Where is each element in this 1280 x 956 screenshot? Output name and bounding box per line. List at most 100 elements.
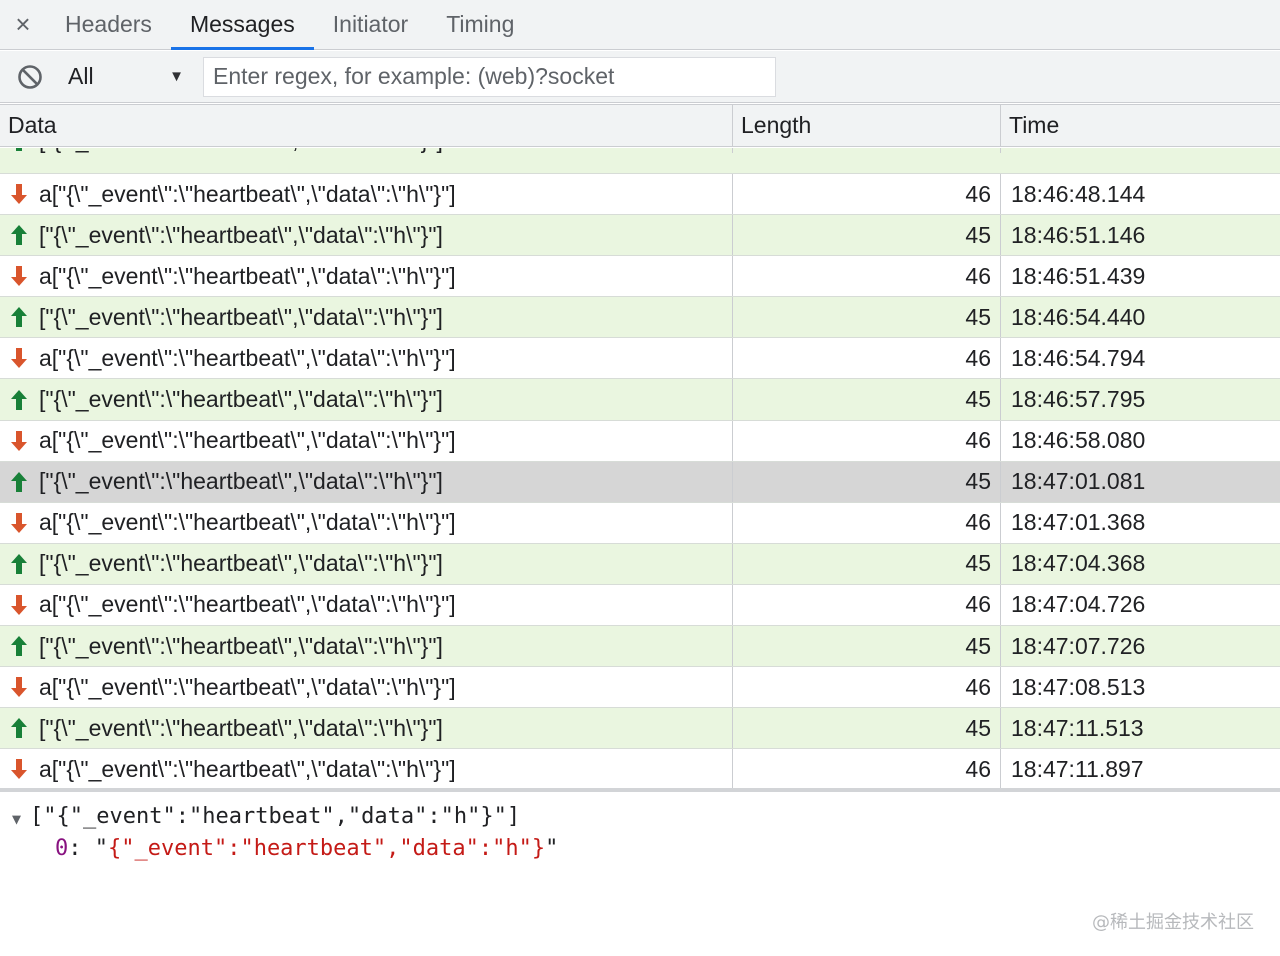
length-cell: 45 (733, 379, 1001, 420)
arrow-up-icon (11, 553, 27, 574)
data-cell: ["{\"_event\":\"heartbeat\",\"data\":\"h… (0, 148, 733, 153)
message-data: a["{\"_event\":\"heartbeat\",\"data\":\"… (39, 344, 456, 371)
arrow-up-icon (11, 636, 27, 657)
data-cell: a["{\"_event\":\"heartbeat\",\"data\":\"… (0, 338, 733, 379)
table-row[interactable]: a["{\"_event\":\"heartbeat\",\"data\":\"… (0, 174, 1280, 216)
length-cell: 46 (733, 174, 1001, 215)
close-icon[interactable]: × (0, 0, 46, 49)
arrow-up-icon (11, 225, 27, 246)
message-detail-pane: ▼ ["{"_event":"heartbeat","data":"h"}"] … (0, 792, 1280, 956)
table-row[interactable]: ["{\"_event\":\"heartbeat\",\"data\":\"h… (0, 297, 1280, 339)
arrow-up-icon (11, 471, 27, 492)
length-cell: 45 (733, 215, 1001, 256)
table-row[interactable]: ["{\"_event\":\"heartbeat\",\"data\":\"h… (0, 626, 1280, 668)
table-row[interactable]: ["{\"_event\":\"heartbeat\",\"data\":\"h… (0, 215, 1280, 257)
table-body: ["{\"_event\":\"heartbeat\",\"data\":\"h… (0, 148, 1280, 789)
message-type-select[interactable]: All ▼ (68, 63, 186, 90)
table-row[interactable]: ["{\"_event\":\"heartbeat\",\"data\":\"h… (0, 379, 1280, 421)
time-cell: 18:46:54.794 (1011, 344, 1146, 371)
message-data: ["{\"_event\":\"heartbeat\",\"data\":\"h… (39, 632, 443, 659)
column-header-time[interactable]: Time (1001, 105, 1280, 146)
table-row[interactable]: a["{\"_event\":\"heartbeat\",\"data\":\"… (0, 667, 1280, 709)
arrow-up-icon (11, 307, 27, 328)
time-cell: 18:46:47.848 (1001, 148, 1280, 153)
time-cell: 18:46:51.439 (1011, 262, 1146, 289)
data-cell: ["{\"_event\":\"heartbeat\",\"data\":\"h… (0, 461, 733, 502)
table-row[interactable]: ["{\"_event\":\"heartbeat\",\"data\":\"h… (0, 148, 1280, 174)
time-cell: 18:47:11.897 (1011, 755, 1144, 782)
data-cell: a["{\"_event\":\"heartbeat\",\"data\":\"… (0, 502, 733, 543)
arrow-down-icon (11, 677, 27, 698)
time-cell: 18:47:04.726 (1011, 591, 1146, 618)
column-header-data[interactable]: Data (0, 105, 733, 146)
arrow-down-icon (11, 594, 27, 615)
message-data: ["{\"_event\":\"heartbeat\",\"data\":\"h… (39, 303, 443, 330)
tab-headers[interactable]: Headers (46, 0, 171, 49)
time-cell: 18:47:01.368 (1011, 509, 1146, 536)
arrow-down-icon (11, 348, 27, 369)
messages-table: Data Length Time ["{\"_event\":\"heartbe… (0, 104, 1280, 789)
detail-summary-row[interactable]: ▼ ["{"_event":"heartbeat","data":"h"}"] (12, 804, 520, 829)
message-data: ["{\"_event\":\"heartbeat\",\"data\":\"h… (39, 221, 443, 248)
arrow-down-icon (11, 430, 27, 451)
length-cell: 45 (733, 543, 1001, 584)
time-cell: 18:46:51.146 (1011, 221, 1146, 248)
arrow-up-icon (16, 148, 22, 151)
table-row[interactable]: a["{\"_event\":\"heartbeat\",\"data\":\"… (0, 749, 1280, 789)
data-cell: a["{\"_event\":\"heartbeat\",\"data\":\"… (0, 256, 733, 297)
length-cell: 46 (733, 502, 1001, 543)
time-cell: 18:47:04.368 (1011, 550, 1146, 577)
message-data: a["{\"_event\":\"heartbeat\",\"data\":\"… (39, 427, 456, 454)
length-cell: 46 (733, 584, 1001, 626)
time-cell: 18:46:48.144 (1011, 180, 1146, 207)
data-cell: ["{\"_event\":\"heartbeat\",\"data\":\"h… (0, 543, 733, 584)
data-cell: ["{\"_event\":\"heartbeat\",\"data\":\"h… (0, 379, 733, 420)
triangle-down-icon[interactable]: ▼ (12, 810, 21, 828)
block-icon[interactable] (17, 64, 43, 90)
length-cell: 46 (733, 256, 1001, 297)
length-cell: 46 (733, 667, 1001, 708)
arrow-down-icon (11, 759, 27, 780)
filter-input[interactable] (203, 56, 776, 97)
table-row[interactable]: a["{\"_event\":\"heartbeat\",\"data\":\"… (0, 584, 1280, 627)
data-cell: ["{\"_event\":\"heartbeat\",\"data\":\"h… (0, 297, 733, 338)
table-row[interactable]: a["{\"_event\":\"heartbeat\",\"data\":\"… (0, 338, 1280, 380)
detail-summary: ["{"_event":"heartbeat","data":"h"}"] (30, 804, 521, 829)
table-header: Data Length Time (0, 105, 1280, 147)
message-data: ["{\"_event\":\"heartbeat\",\"data\":\"h… (39, 468, 443, 495)
message-data: ["{\"_event\":\"heartbeat\",\"data\":\"h… (39, 714, 443, 741)
detail-entry-key: 0 (55, 836, 69, 861)
table-row[interactable]: ["{\"_event\":\"heartbeat\",\"data\":\"h… (0, 461, 1280, 503)
time-cell: 18:47:01.081 (1011, 468, 1146, 495)
table-row[interactable]: ["{\"_event\":\"heartbeat\",\"data\":\"h… (0, 543, 1280, 585)
detail-entry: 0: "{"_event":"heartbeat","data":"h"}" (55, 836, 559, 861)
time-cell: 18:47:08.513 (1011, 673, 1146, 700)
time-cell: 18:46:54.440 (1011, 303, 1146, 330)
message-data: a["{\"_event\":\"heartbeat\",\"data\":\"… (39, 591, 456, 618)
data-cell: a["{\"_event\":\"heartbeat\",\"data\":\"… (0, 749, 733, 789)
filter-bar: All ▼ (0, 51, 1280, 103)
table-row[interactable]: a["{\"_event\":\"heartbeat\",\"data\":\"… (0, 502, 1280, 544)
table-row[interactable]: a["{\"_event\":\"heartbeat\",\"data\":\"… (0, 420, 1280, 462)
table-row[interactable]: a["{\"_event\":\"heartbeat\",\"data\":\"… (0, 256, 1280, 298)
tab-timing[interactable]: Timing (427, 0, 533, 49)
length-cell: 45 (733, 297, 1001, 338)
data-cell: a["{\"_event\":\"heartbeat\",\"data\":\"… (0, 667, 733, 708)
message-data: a["{\"_event\":\"heartbeat\",\"data\":\"… (39, 509, 456, 536)
tab-messages[interactable]: Messages (170, 0, 314, 50)
length-cell: 45 (733, 148, 1001, 153)
tab-initiator[interactable]: Initiator (314, 0, 427, 49)
triangle-down-icon: ▼ (169, 68, 184, 85)
table-row[interactable]: ["{\"_event\":\"heartbeat\",\"data\":\"h… (0, 708, 1280, 750)
arrow-down-icon (11, 266, 27, 287)
data-cell: a["{\"_event\":\"heartbeat\",\"data\":\"… (0, 584, 733, 626)
column-header-length[interactable]: Length (733, 105, 1001, 146)
message-data: a["{\"_event\":\"heartbeat\",\"data\":\"… (39, 262, 456, 289)
message-data: a["{\"_event\":\"heartbeat\",\"data\":\"… (39, 180, 456, 207)
data-cell: ["{\"_event\":\"heartbeat\",\"data\":\"h… (0, 215, 733, 256)
message-data: a["{\"_event\":\"heartbeat\",\"data\":\"… (39, 755, 456, 782)
data-cell: a["{\"_event\":\"heartbeat\",\"data\":\"… (0, 420, 733, 461)
arrow-down-icon (11, 184, 27, 205)
time-cell: 18:46:58.080 (1011, 427, 1146, 454)
data-cell: ["{\"_event\":\"heartbeat\",\"data\":\"h… (0, 626, 733, 667)
